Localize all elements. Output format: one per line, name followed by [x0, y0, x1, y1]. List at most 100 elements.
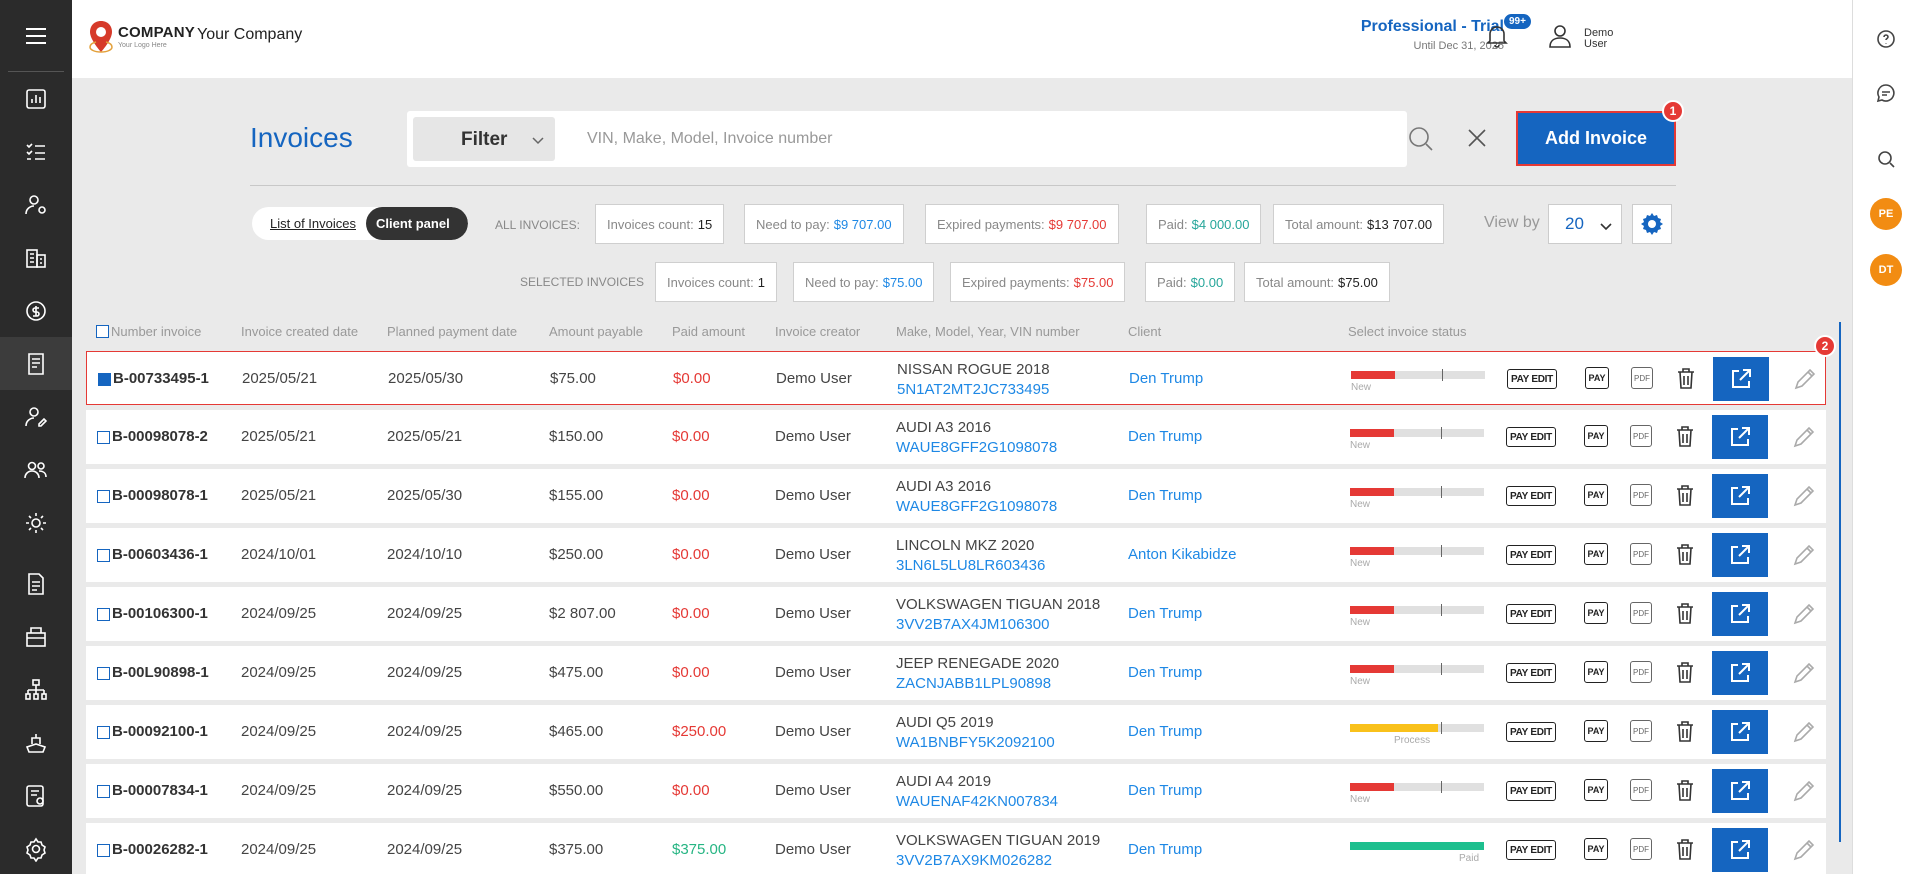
- notifications-button[interactable]: 99+: [1484, 14, 1531, 54]
- status-progress[interactable]: [1351, 369, 1485, 381]
- row-checkbox[interactable]: [97, 431, 110, 444]
- pdf-button[interactable]: PDF: [1630, 779, 1652, 801]
- status-progress[interactable]: [1350, 722, 1484, 734]
- table-row[interactable]: B-00098078-2 2025/05/21 2025/05/21 $150.…: [86, 410, 1826, 464]
- vin-link[interactable]: WAUE8GFF2G1098078: [896, 439, 1057, 456]
- table-row[interactable]: B-00026282-1 2024/09/25 2024/09/25 $375.…: [86, 823, 1826, 874]
- pdf-button[interactable]: PDF: [1630, 720, 1652, 742]
- nav-team[interactable]: [0, 443, 72, 496]
- open-invoice-button[interactable]: [1712, 828, 1768, 872]
- status-progress[interactable]: [1350, 604, 1484, 616]
- table-row[interactable]: B-00098078-1 2025/05/21 2025/05/30 $155.…: [86, 469, 1826, 523]
- vin-link[interactable]: WA1BNBFY5K2092100: [896, 734, 1055, 751]
- tab-list-of-invoices[interactable]: List of Invoices: [252, 207, 366, 240]
- col-vehicle[interactable]: Make, Model, Year, VIN number: [896, 324, 1080, 339]
- trash-icon[interactable]: [1674, 778, 1696, 802]
- open-invoice-button[interactable]: [1712, 651, 1768, 695]
- pay-button[interactable]: PAY: [1584, 484, 1608, 506]
- clear-search-icon[interactable]: [1465, 126, 1489, 150]
- open-invoice-button[interactable]: [1712, 769, 1768, 813]
- table-scrollbar[interactable]: [1839, 322, 1841, 842]
- table-row[interactable]: B-00733495-1 2025/05/21 2025/05/30 $75.0…: [86, 351, 1826, 405]
- invoice-number[interactable]: B-00603436-1: [112, 546, 208, 563]
- nav-users[interactable]: [0, 178, 72, 231]
- pdf-button[interactable]: PDF: [1630, 602, 1652, 624]
- nav-clients[interactable]: [0, 390, 72, 443]
- client-link[interactable]: Anton Kikabidze: [1128, 546, 1236, 563]
- row-checkbox[interactable]: [97, 549, 110, 562]
- nav-invoices[interactable]: [0, 337, 72, 390]
- client-link[interactable]: Den Trump: [1128, 664, 1202, 681]
- pay-edit-button[interactable]: PAY EDIT: [1506, 840, 1556, 860]
- search-input[interactable]: [587, 125, 1367, 153]
- trash-icon[interactable]: [1674, 719, 1696, 743]
- pay-edit-button[interactable]: PAY EDIT: [1506, 781, 1556, 801]
- nav-settings[interactable]: [0, 822, 72, 874]
- row-checkbox[interactable]: [97, 608, 110, 621]
- company-logo[interactable]: COMPANY Your Logo Here: [88, 20, 195, 54]
- pdf-button[interactable]: PDF: [1630, 425, 1652, 447]
- pay-button[interactable]: PAY: [1584, 720, 1608, 742]
- col-amount[interactable]: Amount payable: [549, 324, 643, 339]
- pay-button[interactable]: PAY: [1584, 779, 1608, 801]
- row-checkbox[interactable]: [97, 726, 110, 739]
- trash-icon[interactable]: [1674, 424, 1696, 448]
- table-row[interactable]: B-00092100-1 2024/09/25 2024/09/25 $465.…: [86, 705, 1826, 759]
- client-link[interactable]: Den Trump: [1129, 370, 1203, 387]
- add-invoice-button[interactable]: Add Invoice: [1516, 111, 1676, 166]
- open-invoice-button[interactable]: [1712, 415, 1768, 459]
- client-link[interactable]: Den Trump: [1128, 605, 1202, 622]
- pay-button[interactable]: PAY: [1585, 367, 1609, 389]
- trash-icon[interactable]: [1674, 660, 1696, 684]
- pencil-icon[interactable]: [1791, 601, 1817, 627]
- chat-button[interactable]: [1869, 76, 1903, 110]
- pencil-icon[interactable]: [1791, 719, 1817, 745]
- nav-shipping[interactable]: [0, 716, 72, 769]
- tab-client-panel[interactable]: Client panel: [366, 207, 468, 240]
- vin-link[interactable]: WAUE8GFF2G1098078: [896, 498, 1057, 515]
- nav-dashboard[interactable]: [0, 72, 72, 125]
- nav-tasks[interactable]: [0, 125, 72, 178]
- pay-edit-button[interactable]: PAY EDIT: [1506, 545, 1556, 565]
- trash-icon[interactable]: [1674, 601, 1696, 625]
- status-progress[interactable]: [1350, 781, 1484, 793]
- vin-link[interactable]: 3VV2B7AX4JM106300: [896, 616, 1049, 633]
- table-settings-button[interactable]: [1632, 204, 1672, 244]
- col-number[interactable]: Number invoice: [111, 324, 201, 339]
- trash-icon[interactable]: [1674, 542, 1696, 566]
- user-name[interactable]: Demo User: [1584, 28, 1616, 50]
- invoice-number[interactable]: B-00007834-1: [112, 782, 208, 799]
- pay-edit-button[interactable]: PAY EDIT: [1506, 722, 1556, 742]
- client-link[interactable]: Den Trump: [1128, 487, 1202, 504]
- open-invoice-button[interactable]: [1712, 710, 1768, 754]
- col-client[interactable]: Client: [1128, 324, 1161, 339]
- col-status[interactable]: Select invoice status: [1348, 324, 1467, 339]
- pay-edit-button[interactable]: PAY EDIT: [1506, 486, 1556, 506]
- table-row[interactable]: B-00007834-1 2024/09/25 2024/09/25 $550.…: [86, 764, 1826, 818]
- status-progress[interactable]: [1350, 545, 1484, 557]
- pdf-button[interactable]: PDF: [1630, 661, 1652, 683]
- vin-link[interactable]: 5N1AT2MT2JC733495: [897, 381, 1049, 398]
- menu-toggle[interactable]: [8, 0, 64, 72]
- row-checkbox[interactable]: [98, 373, 111, 386]
- user-profile-button[interactable]: [1546, 22, 1574, 55]
- nav-payments[interactable]: [0, 284, 72, 337]
- pencil-icon[interactable]: [1791, 483, 1817, 509]
- view-by-select[interactable]: 20: [1548, 204, 1622, 244]
- rail-search-button[interactable]: [1869, 142, 1903, 176]
- invoice-number[interactable]: B-00098078-1: [112, 487, 208, 504]
- pay-button[interactable]: PAY: [1584, 543, 1608, 565]
- open-invoice-button[interactable]: [1713, 357, 1769, 401]
- status-progress[interactable]: [1350, 427, 1484, 439]
- pencil-icon[interactable]: [1791, 542, 1817, 568]
- trash-icon[interactable]: [1674, 837, 1696, 861]
- col-creator[interactable]: Invoice creator: [775, 324, 860, 339]
- invoice-number[interactable]: B-00092100-1: [112, 723, 208, 740]
- pencil-icon[interactable]: [1791, 660, 1817, 686]
- client-link[interactable]: Den Trump: [1128, 841, 1202, 858]
- open-invoice-button[interactable]: [1712, 474, 1768, 518]
- client-link[interactable]: Den Trump: [1128, 428, 1202, 445]
- nav-reports[interactable]: [0, 769, 72, 822]
- filter-dropdown[interactable]: Filter: [413, 117, 555, 161]
- pay-edit-button[interactable]: PAY EDIT: [1507, 369, 1557, 389]
